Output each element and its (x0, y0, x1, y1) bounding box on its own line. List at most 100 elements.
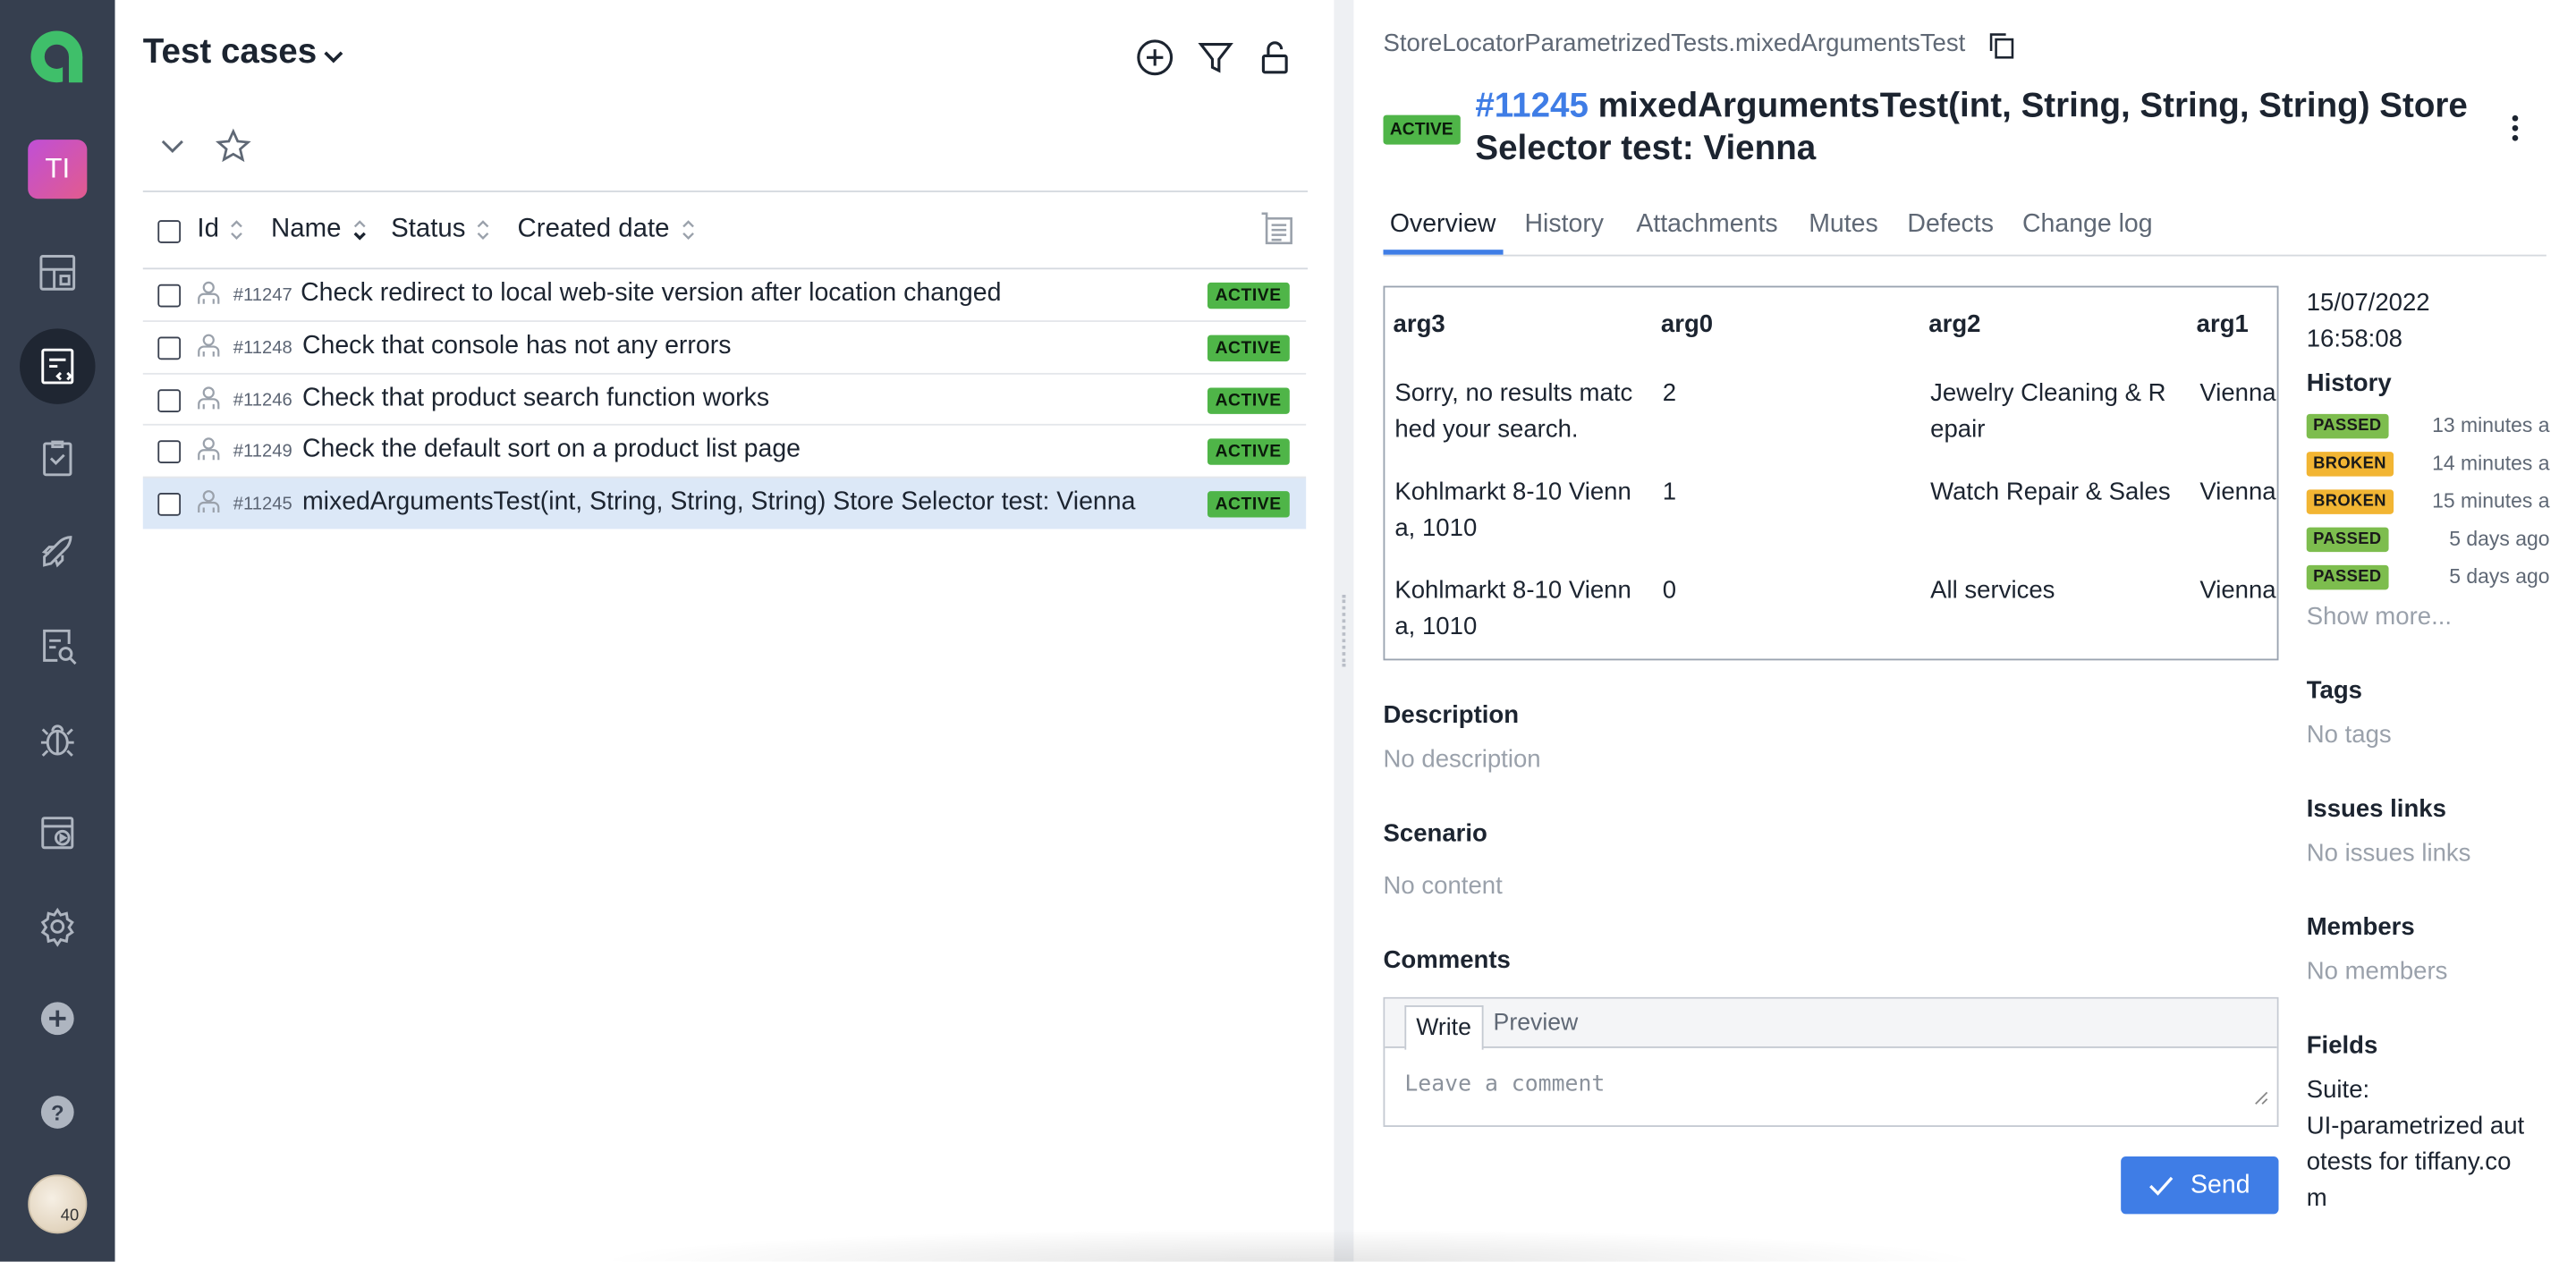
members-value[interactable]: No members (2307, 958, 2448, 986)
tab-attachments[interactable]: Attachments (1636, 210, 1777, 240)
tab-defects[interactable]: Defects (1907, 210, 1994, 240)
row-checkbox[interactable] (157, 284, 182, 308)
param-cell: Vienna (2199, 478, 2276, 506)
param-cell: Vienna (2199, 576, 2276, 605)
status-badge: ACTIVE (1207, 438, 1290, 465)
row-checkbox[interactable] (157, 336, 182, 360)
table-row[interactable]: #11246 Check that product search functio… (143, 375, 1306, 426)
resize-handle-icon[interactable] (2254, 1091, 2269, 1106)
splitter-handle[interactable] (1342, 594, 1346, 667)
app-logo-icon[interactable] (26, 26, 87, 87)
row-name: Check the default sort on a product list… (301, 435, 801, 463)
divider (142, 191, 1309, 192)
table-row[interactable]: #11247 Check redirect to local web-site … (143, 269, 1306, 320)
history-status-badge: BROKEN (2306, 452, 2394, 477)
user-avatar[interactable]: 40 (28, 1174, 88, 1234)
issues-links-value[interactable]: No issues links (2307, 840, 2471, 868)
status-badge: ACTIVE (1207, 491, 1290, 518)
project-avatar[interactable]: TI (28, 140, 88, 199)
history-item[interactable]: PASSED 13 minutes a (2306, 412, 2550, 442)
history-time: 13 minutes a (2432, 413, 2550, 437)
scenario-title: Scenario (1383, 819, 1487, 848)
bottom-shadow (591, 1228, 1988, 1262)
table-row[interactable]: #11249 Check the default sort on a produ… (143, 426, 1306, 477)
history-item[interactable]: BROKEN 15 minutes a (2306, 487, 2550, 517)
settings-icon[interactable] (20, 889, 95, 964)
history-time: 15 minutes a (2432, 489, 2550, 513)
created-time: 16:58:08 (2306, 325, 2402, 353)
add-icon[interactable] (1133, 36, 1176, 79)
comment-editor-tabs: Write Preview (1385, 998, 2277, 1050)
send-button-label: Send (2190, 1170, 2250, 1198)
column-header-name[interactable]: Name (271, 216, 368, 245)
tab-overview[interactable]: Overview (1390, 210, 1496, 240)
jobs-icon[interactable] (20, 795, 95, 870)
more-options-icon[interactable] (2500, 112, 2529, 145)
history-item[interactable]: BROKEN 14 minutes a (2306, 450, 2550, 479)
table-row[interactable]: #11248 Check that console has not any er… (143, 322, 1306, 373)
description-value[interactable]: No description (1384, 746, 1541, 774)
launches-icon[interactable] (20, 514, 95, 589)
param-cell: Jewelry Cleaning & R epair (1930, 379, 2166, 444)
row-id: #11246 (233, 391, 292, 411)
row-id: #11245 (233, 494, 292, 514)
defects-icon[interactable] (20, 701, 95, 776)
param-cell: Sorry, no results matc hed your search. (1394, 379, 1633, 444)
star-icon[interactable] (215, 128, 251, 164)
sidebar: TI ? 40 (0, 0, 115, 1262)
test-case-id[interactable]: #11245 (1475, 87, 1589, 124)
test-cases-panel (114, 0, 1335, 1262)
lock-icon[interactable] (1253, 36, 1296, 79)
analytics-icon[interactable] (20, 608, 95, 683)
add-project-icon[interactable] (20, 981, 95, 1056)
row-checkbox[interactable] (157, 493, 182, 516)
comment-input[interactable]: Leave a comment (1404, 1071, 1605, 1097)
status-badge: ACTIVE (1207, 282, 1290, 309)
page-title[interactable]: Test cases (143, 33, 317, 72)
row-name: Check that product search function works (301, 384, 770, 413)
filter-icon[interactable] (1194, 36, 1237, 79)
chevron-down-icon[interactable] (320, 43, 346, 69)
column-settings-icon[interactable] (1258, 210, 1294, 246)
comment-preview-tab[interactable]: Preview (1494, 1011, 1579, 1037)
test-plans-icon[interactable] (20, 420, 95, 495)
tab-history[interactable]: History (1524, 210, 1604, 240)
history-item[interactable]: PASSED 5 days ago (2306, 563, 2550, 593)
field-value: otests for tiffany.co (2306, 1148, 2512, 1177)
history-status-badge: PASSED (2306, 564, 2388, 590)
tags-title: Tags (2306, 676, 2363, 705)
manual-test-icon (198, 386, 220, 410)
help-icon[interactable]: ? (20, 1074, 95, 1149)
tab-mutes[interactable]: Mutes (1809, 210, 1878, 240)
status-badge: ACTIVE (1207, 335, 1290, 362)
copy-icon[interactable] (1987, 31, 2015, 59)
tab-change-log[interactable]: Change log (2022, 210, 2153, 240)
row-name: Check redirect to local web-site version… (301, 279, 1002, 308)
history-status-badge: BROKEN (2306, 489, 2394, 514)
row-checkbox[interactable] (157, 389, 182, 413)
column-header-id[interactable]: Id (197, 216, 245, 245)
sort-icon (682, 220, 694, 241)
members-title: Members (2306, 913, 2415, 942)
field-value: m (2306, 1184, 2327, 1213)
history-item[interactable]: PASSED 5 days ago (2306, 526, 2550, 555)
tags-value[interactable]: No tags (2307, 721, 2392, 749)
row-checkbox[interactable] (157, 440, 182, 463)
column-header-created-date[interactable]: Created date (518, 216, 696, 245)
collapse-chevron-icon[interactable] (157, 131, 187, 161)
comment-write-tab[interactable]: Write (1404, 1005, 1483, 1050)
active-tab-indicator (1383, 250, 1504, 255)
test-cases-icon[interactable] (20, 328, 96, 404)
check-icon (2149, 1175, 2174, 1195)
scenario-value[interactable]: No content (1384, 872, 1503, 900)
detail-tabs: Overview History Attachments Mutes Defec… (1383, 210, 2546, 257)
select-all-checkbox[interactable] (157, 220, 182, 243)
param-cell: 2 (1662, 379, 1677, 408)
dashboard-icon[interactable] (20, 235, 95, 310)
show-more-link[interactable]: Show more... (2307, 603, 2452, 631)
param-cell: 0 (1662, 576, 1677, 605)
column-header-status[interactable]: Status (391, 216, 492, 245)
send-button[interactable]: Send (2121, 1156, 2279, 1215)
table-row-selected[interactable]: #11245 mixedArgumentsTest(int, String, S… (142, 478, 1307, 529)
column-header-status-label: Status (391, 215, 466, 243)
